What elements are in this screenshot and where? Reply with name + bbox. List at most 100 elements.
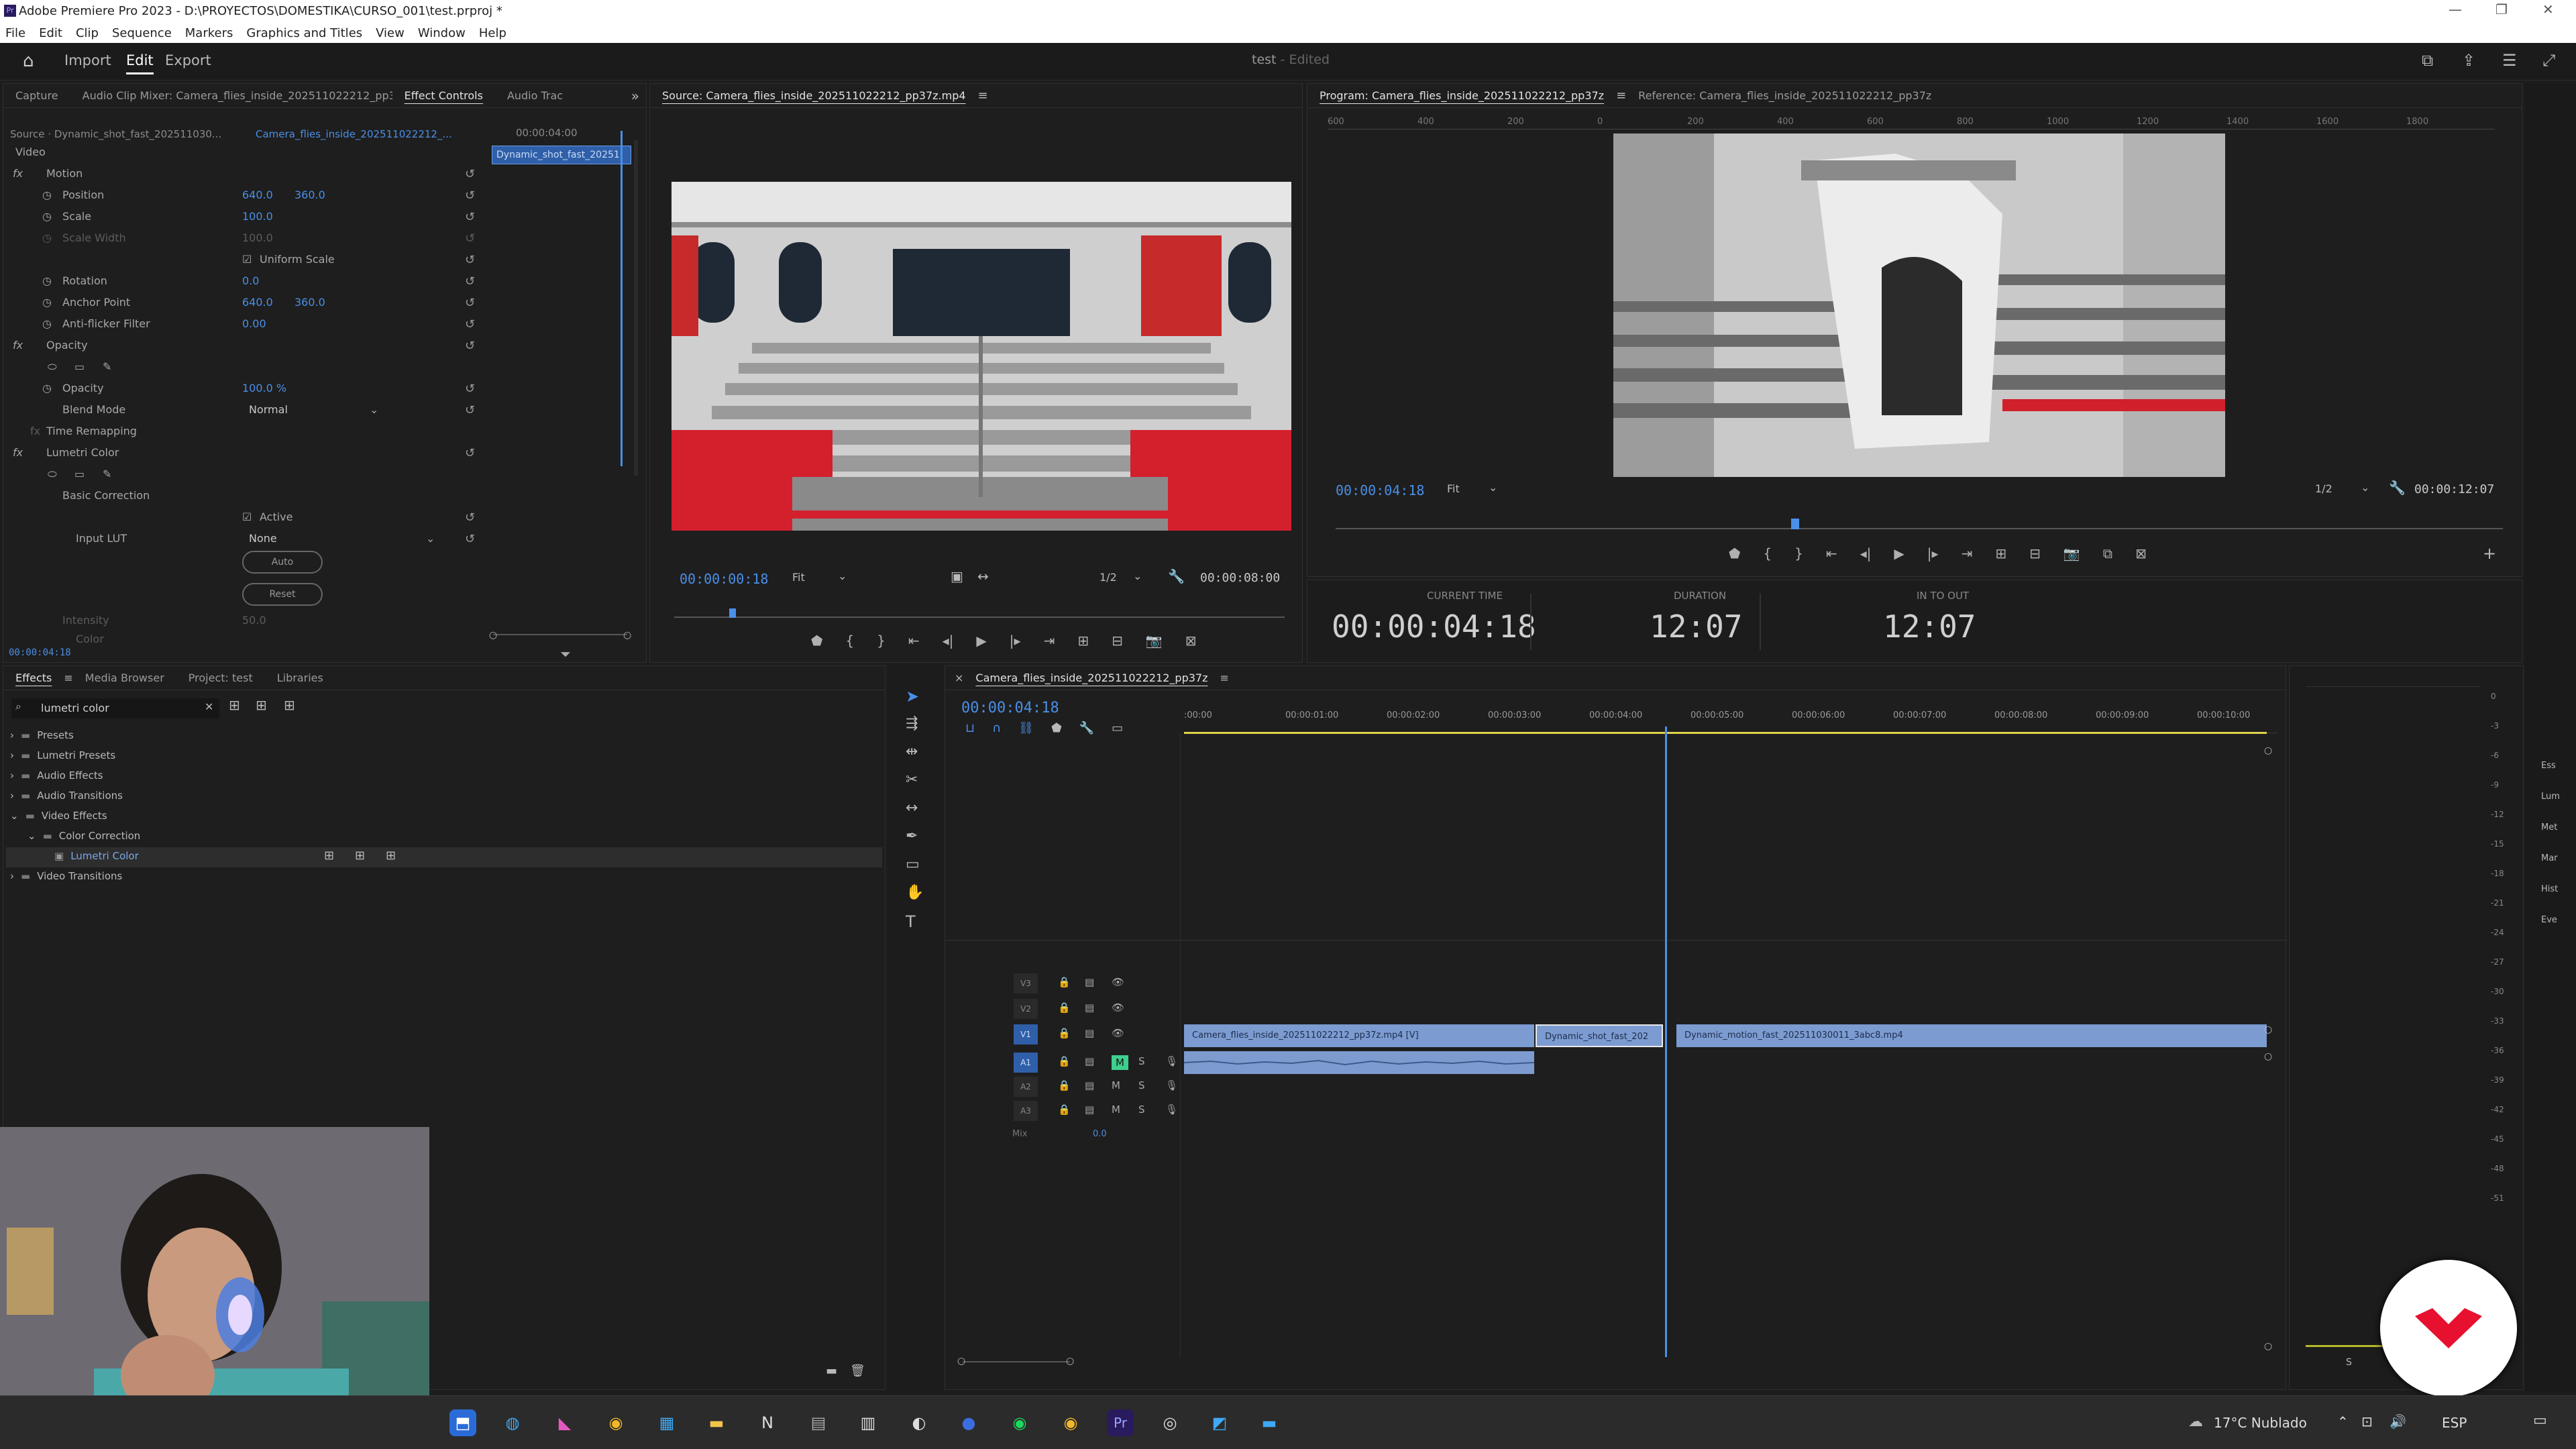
lumetri-reset-icon[interactable]: ↺	[465, 446, 475, 460]
wrench-icon[interactable]: 🔧	[1168, 568, 1185, 584]
timeline-timecode[interactable]: 00:00:04:18	[961, 700, 1059, 716]
antiflicker-value[interactable]: 0.00	[242, 317, 266, 330]
rect-mask-icon[interactable]: ▭	[74, 468, 85, 480]
lock-icon[interactable]: 🔒	[1058, 1002, 1071, 1014]
stopwatch-icon[interactable]: ◷	[42, 382, 52, 394]
extract-icon[interactable]: ⊟	[2029, 545, 2041, 561]
step-forward-icon[interactable]: |▸	[1010, 633, 1021, 649]
tab-reference[interactable]: Reference: Camera_flies_inside_202511022…	[1626, 89, 1943, 102]
mute-icon[interactable]: M	[1112, 1104, 1120, 1116]
ec-zoom-bar[interactable]	[493, 634, 627, 635]
sync-lock-icon[interactable]: ▤	[1085, 1027, 1094, 1039]
rect-mask-icon[interactable]: ▭	[74, 360, 85, 373]
type-tool-icon[interactable]: T	[906, 912, 916, 931]
sync-lock-icon[interactable]: ▤	[1085, 1104, 1094, 1116]
ec-scrollbar[interactable]	[634, 140, 638, 476]
menu-view[interactable]: View	[376, 26, 405, 40]
chevron-down-icon[interactable]: ⌄	[370, 403, 378, 416]
wrench-icon[interactable]: 🔧	[2389, 480, 2406, 496]
zoom-handle-icon[interactable]: ○	[623, 630, 631, 641]
pen-tool-icon[interactable]: ✒	[906, 828, 918, 845]
accelerated-effects-icon[interactable]: ⊞	[229, 697, 240, 713]
zoom-handle-icon[interactable]: ○	[1066, 1356, 1074, 1366]
video-track-header[interactable]: V2 🔒 ▤ 👁	[945, 999, 1180, 1020]
audio-clip[interactable]	[1183, 1051, 1535, 1074]
hand-tool-icon[interactable]: ✋	[906, 884, 924, 901]
scroll-end-icon[interactable]: ○	[2264, 1341, 2272, 1352]
minimize-icon[interactable]: —	[2449, 1, 2462, 17]
mix-value[interactable]: 0.0	[1093, 1129, 1107, 1139]
blend-mode-select[interactable]: Normal	[249, 403, 288, 416]
eye-icon[interactable]: 👁	[1112, 1002, 1124, 1014]
language-indicator[interactable]: ESP	[2442, 1415, 2467, 1431]
step-back-icon[interactable]: ◂|	[943, 633, 954, 649]
basic-correction-label[interactable]: Basic Correction	[62, 489, 150, 502]
video-track-header[interactable]: V3 🔒 ▤ 👁	[945, 973, 1180, 995]
track-label[interactable]: A2	[1014, 1077, 1038, 1097]
rail-markers[interactable]: Mar	[2541, 853, 2558, 863]
captions-icon[interactable]: ▭	[1112, 721, 1123, 735]
volume-icon[interactable]: 🔊	[2390, 1413, 2406, 1430]
menu-edit[interactable]: Edit	[39, 26, 62, 40]
timeline-zoom-bar[interactable]	[963, 1361, 1070, 1362]
effects-search[interactable]: ⌕ lumetri color ✕	[11, 698, 219, 718]
chevron-right-icon[interactable]: ›	[10, 769, 14, 782]
delete-icon[interactable]: 🗑	[850, 1364, 865, 1378]
chevron-down-icon[interactable]: ⌄	[426, 532, 435, 545]
share-icon[interactable]: ⇪	[2462, 51, 2475, 70]
tab-effects[interactable]: Effects	[3, 672, 64, 684]
step-back-icon[interactable]: ◂|	[1860, 545, 1872, 561]
timeline-playhead[interactable]	[1665, 727, 1668, 1357]
tab-program[interactable]: Program: Camera_flies_inside_20251102221…	[1307, 89, 1616, 102]
quick-export-icon[interactable]: ⧉	[2422, 51, 2433, 70]
reset-button[interactable]: Reset	[242, 583, 323, 606]
lock-icon[interactable]: 🔒	[1058, 1027, 1071, 1039]
menu-markers[interactable]: Markers	[185, 26, 233, 40]
menu-sequence[interactable]: Sequence	[112, 26, 172, 40]
tab-sequence[interactable]: Camera_flies_inside_202511022212_pp37z	[963, 672, 1220, 684]
opacity-section-label[interactable]: Opacity	[46, 339, 88, 352]
position-x-value[interactable]: 640.0	[242, 189, 273, 201]
blend-reset-icon[interactable]: ↺	[465, 403, 475, 417]
eye-icon[interactable]: 👁	[1112, 1027, 1124, 1039]
pinned-app-icon[interactable]: ◐	[906, 1409, 932, 1436]
stopwatch-icon[interactable]: ◷	[42, 274, 52, 287]
razor-tool-icon[interactable]: ✂	[906, 771, 918, 788]
export-frame-icon[interactable]: 📷	[1146, 633, 1163, 649]
zoom-handle-icon[interactable]: ○	[957, 1356, 965, 1366]
fx-icon[interactable]: fx	[13, 339, 23, 352]
rail-essential[interactable]: Ess	[2541, 761, 2556, 771]
sync-lock-icon[interactable]: ▤	[1085, 1055, 1094, 1067]
tab-media-browser[interactable]: Media Browser	[73, 672, 176, 684]
menu-graphics[interactable]: Graphics and Titles	[246, 26, 362, 40]
work-area-bar[interactable]	[1184, 732, 2267, 734]
source-scrub-bar[interactable]	[674, 608, 1285, 618]
tab-project[interactable]: Project: test	[176, 672, 265, 684]
compare-view-icon[interactable]: ⧉	[2103, 545, 2112, 561]
uniform-scale-checkbox[interactable]: ☑	[242, 253, 252, 266]
go-to-out-icon[interactable]: ⇥	[1044, 633, 1055, 649]
mute-icon[interactable]: M	[1112, 1055, 1128, 1070]
rail-lumetri[interactable]: Lum	[2541, 792, 2560, 802]
effects-search-input[interactable]: lumetri color	[41, 702, 109, 714]
list-item[interactable]: ⌄ ▬ Color Correction	[28, 830, 140, 842]
home-icon[interactable]: ⌂	[23, 51, 34, 71]
go-to-out-icon[interactable]: ⇥	[1962, 545, 1973, 561]
chevron-right-icon[interactable]: ›	[10, 729, 14, 741]
solo-icon[interactable]: S	[1138, 1104, 1145, 1116]
motion-reset-icon[interactable]: ↺	[465, 167, 475, 181]
audio-track-header[interactable]: A2 🔒 ▤ M S 🎙	[945, 1077, 1180, 1098]
tray-chevron-icon[interactable]: ⌃	[2337, 1413, 2349, 1430]
position-reset-icon[interactable]: ↺	[465, 189, 475, 203]
opacity-value[interactable]: 100.0 %	[242, 382, 286, 394]
calendar-icon[interactable]: ▥	[855, 1409, 881, 1436]
ellipse-mask-icon[interactable]: ⬭	[48, 360, 57, 374]
time-remap-label[interactable]: Time Remapping	[46, 425, 137, 437]
tab-audio-clip-mixer[interactable]: Audio Clip Mixer: Camera_flies_inside_20…	[70, 89, 392, 102]
timeline-ruler[interactable]: :00:00 00:00:01:00 00:00:02:00 00:00:03:00 0…	[1184, 704, 2277, 733]
scale-reset-icon[interactable]: ↺	[465, 210, 475, 224]
menu-help[interactable]: Help	[479, 26, 506, 40]
mark-out-icon[interactable]: }	[1794, 545, 1803, 561]
program-timecode[interactable]: 00:00:04:18	[1336, 482, 1424, 498]
program-resolution-select[interactable]: 1/2	[2315, 482, 2332, 495]
